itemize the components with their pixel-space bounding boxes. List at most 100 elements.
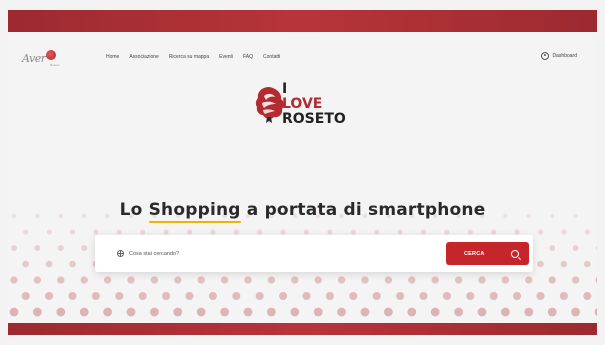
pattern-dot bbox=[162, 291, 171, 301]
pattern-dot bbox=[314, 276, 322, 284]
pattern-dot bbox=[442, 291, 451, 301]
pattern-dot bbox=[537, 229, 544, 235]
dashboard-link[interactable]: Dashboard bbox=[540, 52, 577, 60]
pattern-dot bbox=[524, 307, 534, 317]
pattern-dot bbox=[408, 276, 416, 284]
pattern-dot bbox=[478, 276, 486, 284]
nav-eventi[interactable]: Eventi bbox=[219, 54, 233, 60]
search-icon bbox=[511, 249, 519, 258]
pattern-dot bbox=[68, 291, 77, 301]
pattern-dot bbox=[91, 291, 100, 301]
pattern-dot bbox=[454, 307, 463, 317]
pattern-dot bbox=[174, 276, 182, 284]
pattern-dot bbox=[81, 245, 88, 251]
headline-pre: Lo bbox=[119, 200, 149, 220]
pattern-dot bbox=[103, 276, 112, 284]
nav-associazione[interactable]: Associazione bbox=[129, 54, 158, 60]
top-color-bar bbox=[8, 10, 597, 32]
pattern-dot bbox=[34, 245, 41, 251]
pattern-dot bbox=[327, 229, 333, 235]
pattern-dot bbox=[290, 307, 300, 317]
pattern-dot bbox=[45, 260, 53, 268]
search-button-label: CERCA bbox=[464, 250, 485, 257]
pattern-dot bbox=[467, 229, 473, 235]
pattern-dot bbox=[547, 307, 557, 317]
headline-post: a portata di smartphone bbox=[240, 200, 486, 220]
pattern-dot bbox=[337, 276, 346, 284]
pattern-dot bbox=[10, 276, 18, 284]
pattern-dot bbox=[196, 307, 206, 317]
pattern-dot bbox=[243, 307, 253, 317]
search-input[interactable] bbox=[129, 250, 439, 257]
pattern-dot bbox=[115, 291, 124, 301]
pattern-dot bbox=[349, 291, 358, 301]
pattern-dot bbox=[210, 229, 216, 235]
pattern-dot bbox=[337, 307, 346, 317]
pattern-dot bbox=[173, 307, 183, 317]
pattern-dot bbox=[197, 276, 205, 284]
search-button[interactable]: CERCA bbox=[446, 242, 529, 265]
pattern-dot bbox=[127, 276, 135, 284]
main-nav: Home Associazione Ricerca su mappa Event… bbox=[106, 54, 280, 60]
pattern-dot bbox=[291, 276, 299, 284]
pattern-dot bbox=[33, 276, 42, 284]
pattern-dot bbox=[140, 229, 146, 235]
pattern-dot bbox=[103, 307, 112, 317]
pattern-dot bbox=[501, 307, 510, 317]
pattern-dot bbox=[303, 229, 310, 235]
hero-headline: Lo Shopping a portata di smartphone bbox=[8, 200, 597, 223]
pattern-dot bbox=[384, 307, 393, 317]
pattern-dot bbox=[454, 276, 463, 284]
pattern-dot bbox=[150, 307, 159, 317]
i-love-roseto-logo: I LOVE ROSETO bbox=[252, 76, 372, 138]
pattern-dot bbox=[302, 291, 311, 301]
pattern-dot bbox=[430, 307, 440, 317]
pattern-dot bbox=[280, 229, 286, 235]
pattern-dot bbox=[208, 291, 217, 301]
pattern-dot bbox=[257, 229, 263, 235]
brand-line-1: I bbox=[282, 81, 288, 97]
pattern-dot bbox=[477, 307, 487, 317]
nav-ricerca-su-mappa[interactable]: Ricerca su mappa bbox=[169, 54, 209, 60]
rose-icon bbox=[46, 50, 57, 60]
pattern-dot bbox=[11, 245, 17, 251]
pattern-dot bbox=[233, 229, 239, 235]
pattern-dot bbox=[561, 229, 567, 235]
pattern-dot bbox=[220, 307, 230, 317]
bottom-color-bar bbox=[8, 323, 597, 335]
pattern-dot bbox=[548, 276, 556, 284]
site-logo[interactable]: Aver Roseto bbox=[22, 46, 74, 70]
pattern-dot bbox=[396, 291, 405, 301]
pattern-dot bbox=[138, 291, 147, 301]
pattern-dot bbox=[21, 291, 30, 301]
pattern-dot bbox=[374, 229, 380, 235]
pattern-dot bbox=[537, 260, 544, 268]
pattern-dot bbox=[501, 276, 510, 284]
pattern-dot bbox=[384, 276, 393, 284]
pattern-dot bbox=[220, 276, 229, 284]
pattern-dot bbox=[536, 291, 545, 301]
pattern-dot bbox=[325, 291, 334, 301]
pattern-dot bbox=[491, 229, 497, 235]
pattern-dot bbox=[596, 245, 597, 251]
pattern-dot bbox=[56, 307, 66, 317]
pattern-dot bbox=[79, 307, 89, 317]
pattern-dot bbox=[595, 276, 597, 284]
nav-faq[interactable]: FAQ bbox=[243, 54, 253, 60]
pattern-dot bbox=[397, 229, 403, 235]
pattern-dot bbox=[560, 260, 568, 268]
pattern-dot bbox=[186, 229, 193, 235]
pattern-dot bbox=[116, 229, 122, 235]
pattern-dot bbox=[163, 229, 169, 235]
rose-emblem-icon bbox=[255, 87, 284, 123]
nav-contatti[interactable]: Contatti bbox=[263, 54, 280, 60]
nav-home[interactable]: Home bbox=[106, 54, 119, 60]
pattern-dot bbox=[150, 276, 159, 284]
pattern-dot bbox=[466, 291, 475, 301]
pattern-dot bbox=[360, 307, 370, 317]
pattern-dot bbox=[514, 229, 520, 235]
pattern-dot bbox=[407, 307, 417, 317]
brand-text: I LOVE ROSETO bbox=[282, 82, 346, 127]
pattern-dot bbox=[350, 229, 356, 235]
search-bar: CERCA bbox=[95, 235, 533, 272]
